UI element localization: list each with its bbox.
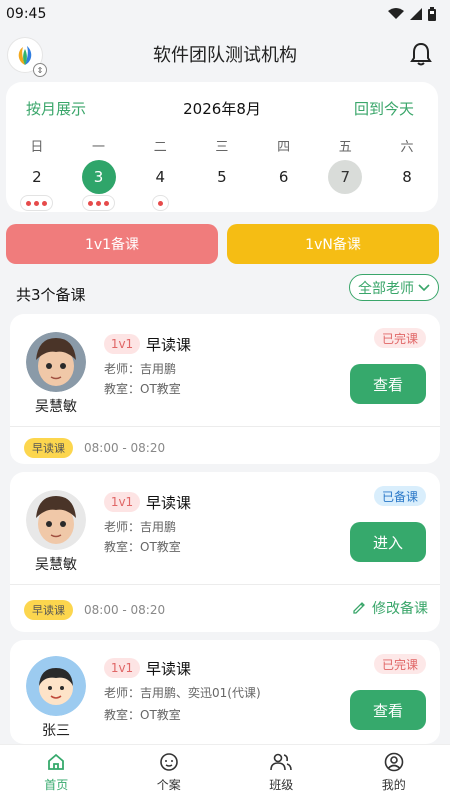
room-info: 教室：OT教室 [104, 708, 181, 722]
status-icons [388, 7, 436, 21]
lesson-dot [34, 200, 40, 206]
day-number[interactable]: 2 [20, 160, 54, 194]
lesson-time: 08:00 - 08:20 [84, 441, 166, 455]
day-number[interactable]: 4 [143, 160, 177, 194]
teacher-filter-label: 全部老师 [358, 280, 414, 297]
card-divider [10, 584, 440, 585]
wifi-icon [388, 8, 404, 19]
lesson-type-badge: 1v1 [104, 492, 140, 512]
room-info: 教室：OT教室 [104, 540, 181, 554]
weekday-label: 六 [400, 140, 414, 155]
student-name: 张三 [42, 723, 70, 739]
week-calendar: 按月展示 2026年8月 回到今天 日2一3二4三5四6五7六8 [6, 82, 438, 212]
app-header: ⇕ 软件团队测试机构 [0, 30, 450, 78]
chevron-down-icon [418, 283, 430, 291]
student-name: 吴慧敏 [35, 399, 77, 415]
status-bar: 09:45 [0, 0, 450, 28]
page-title: 软件团队测试机构 [153, 45, 297, 66]
course-name: 早读课 [146, 494, 192, 512]
edit-lesson-button[interactable]: 修改备课 [352, 598, 428, 618]
card-divider [10, 426, 440, 427]
status-badge: 已完课 [373, 328, 426, 348]
day-number[interactable]: 6 [267, 160, 301, 194]
switch-icon[interactable]: ⇕ [33, 63, 47, 77]
teacher-info: 老师：吉用鹏、奕迅01(代课) [104, 686, 261, 700]
calendar-day[interactable]: 二4 [129, 136, 191, 210]
nav-profile[interactable]: 我的 [338, 745, 450, 800]
course-tag: 早读课 [24, 600, 73, 620]
nav-home-label: 首页 [44, 778, 69, 792]
profile-icon [384, 752, 404, 772]
lesson-dot [88, 200, 94, 206]
teacher-filter-dropdown[interactable]: 全部老师 [349, 274, 439, 301]
nav-case-label: 个案 [156, 778, 181, 792]
lesson-dot [26, 200, 32, 206]
lesson-card[interactable]: 张三 1v1 早读课 老师：吉用鹏、奕迅01(代课) 教室：OT教室 已完课 查… [10, 640, 440, 744]
bottom-navigation: 首页 个案 班级 我的 [0, 744, 450, 800]
weekday-label: 四 [277, 140, 291, 155]
lesson-dot [157, 200, 163, 206]
course-name: 早读课 [146, 660, 192, 678]
nav-class[interactable]: 班级 [225, 745, 338, 800]
calendar-day[interactable]: 四6 [253, 136, 315, 210]
lesson-time: 08:00 - 08:20 [84, 603, 166, 617]
calendar-day[interactable]: 六8 [376, 136, 438, 210]
calendar-day[interactable]: 五7 [314, 136, 376, 210]
calendar-day[interactable]: 三5 [191, 136, 253, 210]
lesson-dot [42, 200, 48, 206]
home-icon [48, 753, 65, 770]
bell-icon[interactable] [410, 42, 432, 66]
course-name: 早读课 [146, 336, 192, 354]
status-badge: 已备课 [373, 486, 426, 506]
back-to-today-button[interactable]: 回到今天 [354, 98, 414, 119]
student-avatar [26, 656, 86, 716]
lesson-dot [96, 200, 102, 206]
tab-1v1-lessons[interactable]: 1v1备课 [6, 224, 218, 264]
signal-icon [410, 8, 422, 20]
view-button[interactable]: 查看 [350, 690, 426, 730]
lesson-type-badge: 1v1 [104, 658, 140, 678]
weekday-label: 五 [338, 140, 352, 155]
calendar-day[interactable]: 日2 [6, 136, 68, 210]
calendar-day[interactable]: 一3 [68, 136, 130, 210]
status-badge: 已完课 [373, 654, 426, 674]
edit-lesson-label: 修改备课 [372, 601, 428, 617]
teacher-info: 老师：吉用鹏 [104, 520, 177, 534]
weekday-label: 三 [215, 140, 229, 155]
lesson-dot [104, 200, 110, 206]
room-info: 教室：OT教室 [104, 382, 181, 396]
class-icon [270, 753, 293, 771]
battery-icon [428, 7, 436, 21]
course-tag: 早读课 [24, 438, 73, 458]
status-time: 09:45 [6, 6, 47, 22]
view-button[interactable]: 查看 [350, 364, 426, 404]
lesson-type-badge: 1v1 [104, 334, 140, 354]
nav-profile-label: 我的 [381, 778, 406, 792]
student-avatar [26, 332, 86, 392]
tab-1vn-lessons[interactable]: 1vN备课 [227, 224, 439, 264]
case-icon [159, 753, 178, 771]
lesson-card[interactable]: 吴慧敏 1v1 早读课 老师：吉用鹏 教室：OT教室 已备课 进入 早读课 08… [10, 472, 440, 632]
pencil-icon [353, 602, 365, 614]
weekday-label: 一 [92, 140, 106, 155]
lesson-indicator [83, 196, 115, 210]
nav-class-label: 班级 [269, 778, 294, 792]
nav-home[interactable]: 首页 [0, 745, 113, 800]
day-number[interactable]: 5 [205, 160, 239, 194]
lesson-indicator [152, 196, 168, 210]
lesson-indicator [21, 196, 53, 210]
day-number[interactable]: 7 [328, 160, 363, 194]
week-row: 日2一3二4三5四6五7六8 [6, 136, 438, 210]
student-name: 吴慧敏 [35, 557, 77, 573]
lesson-count: 共3个备课 [16, 286, 86, 304]
weekday-label: 日 [30, 140, 44, 155]
weekday-label: 二 [153, 140, 167, 155]
day-number[interactable]: 3 [81, 160, 116, 194]
day-number[interactable]: 8 [390, 160, 424, 194]
lesson-card[interactable]: 吴慧敏 1v1 早读课 老师：吉用鹏 教室：OT教室 已完课 查看 早读课 08… [10, 314, 440, 464]
enter-button[interactable]: 进入 [350, 522, 426, 562]
teacher-info: 老师：吉用鹏 [104, 362, 177, 376]
student-avatar [26, 490, 86, 550]
nav-case[interactable]: 个案 [113, 745, 226, 800]
